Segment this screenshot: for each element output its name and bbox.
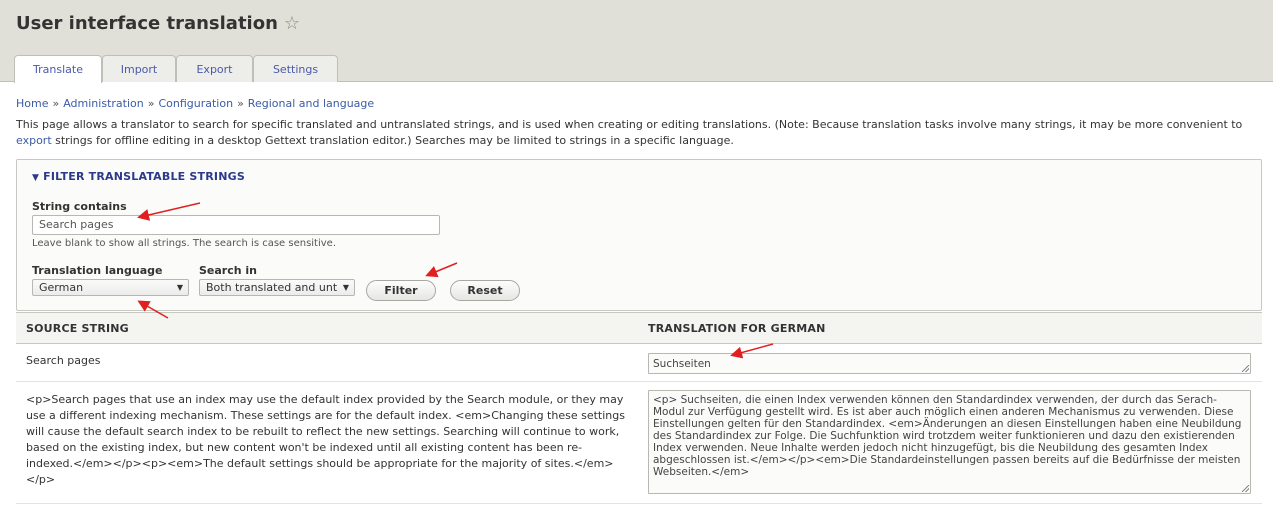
translation-language-value: German [39, 281, 84, 294]
translation-textarea[interactable]: Suchseiten [648, 353, 1251, 374]
page-header: User interface translation ☆ Translate I… [0, 0, 1273, 83]
string-contains-input[interactable]: Search pages [32, 215, 440, 235]
string-contains-help: Leave blank to show all strings. The sea… [32, 238, 337, 249]
resize-grip-icon[interactable] [1242, 365, 1249, 372]
tab-settings[interactable]: Settings [253, 55, 338, 82]
breadcrumb-configuration[interactable]: Configuration [158, 97, 233, 110]
search-in-select[interactable]: Both translated and unt ▼ [199, 279, 355, 296]
search-in-value: Both translated and unt [206, 281, 338, 294]
column-header-translation: TRANSLATION FOR GERMAN [648, 322, 826, 335]
dropdown-arrow-icon: ▼ [342, 283, 349, 292]
dropdown-arrow-icon: ▼ [176, 283, 183, 292]
table-header: SOURCE STRING TRANSLATION FOR GERMAN [16, 312, 1262, 344]
filter-button[interactable]: Filter [366, 280, 436, 301]
breadcrumb-separator: » [237, 97, 244, 110]
tab-import[interactable]: Import [102, 55, 176, 82]
source-string: <p>Search pages that use an index may us… [26, 393, 625, 486]
description-text-2: strings for offline editing in a desktop… [51, 134, 734, 147]
translation-table: SOURCE STRING TRANSLATION FOR GERMAN Sea… [16, 312, 1262, 504]
source-string: Search pages [26, 354, 101, 367]
page-title-text: User interface translation [16, 13, 278, 34]
tab-export[interactable]: Export [176, 55, 253, 82]
translation-language-select[interactable]: German ▼ [32, 279, 189, 296]
resize-grip-icon[interactable] [1242, 485, 1249, 492]
breadcrumb-home[interactable]: Home [16, 97, 48, 110]
translation-textarea[interactable]: <p> Suchseiten, die einen Index verwende… [648, 390, 1251, 494]
breadcrumb-administration[interactable]: Administration [63, 97, 144, 110]
translation-text: Suchseiten [653, 358, 711, 370]
filter-legend-text: FILTER TRANSLATABLE STRINGS [43, 170, 245, 183]
translation-language-label: Translation language [32, 264, 163, 277]
breadcrumb: Home» Administration» Configuration» Region… [16, 97, 374, 110]
breadcrumb-separator: » [52, 97, 60, 110]
collapse-triangle-icon: ▼ [32, 173, 40, 183]
reset-button[interactable]: Reset [450, 280, 520, 301]
filter-legend-toggle[interactable]: ▼ FILTER TRANSLATABLE STRINGS [32, 170, 245, 183]
primary-tabs: Translate Import Export Settings [14, 55, 338, 83]
export-link[interactable]: export [16, 134, 52, 147]
table-row: <p>Search pages that use an index may us… [16, 382, 1262, 504]
translation-text: <p> Suchseiten, die einen Index verwende… [653, 394, 1242, 478]
column-header-source: SOURCE STRING [26, 322, 129, 335]
tab-translate[interactable]: Translate [14, 55, 102, 83]
filter-fieldset: ▼ FILTER TRANSLATABLE STRINGS String cont… [16, 159, 1262, 311]
table-row: Search pages Suchseiten [16, 344, 1262, 382]
string-contains-label: String contains [32, 200, 127, 213]
page-description: This page allows a translator to search … [16, 117, 1261, 149]
search-in-label: Search in [199, 264, 258, 277]
description-text-1: This page allows a translator to search … [16, 118, 1243, 131]
breadcrumb-separator: » [147, 97, 155, 110]
page-title: User interface translation ☆ [16, 13, 300, 34]
star-icon[interactable]: ☆ [284, 13, 300, 34]
breadcrumb-regional-and-language[interactable]: Regional and language [248, 97, 374, 110]
